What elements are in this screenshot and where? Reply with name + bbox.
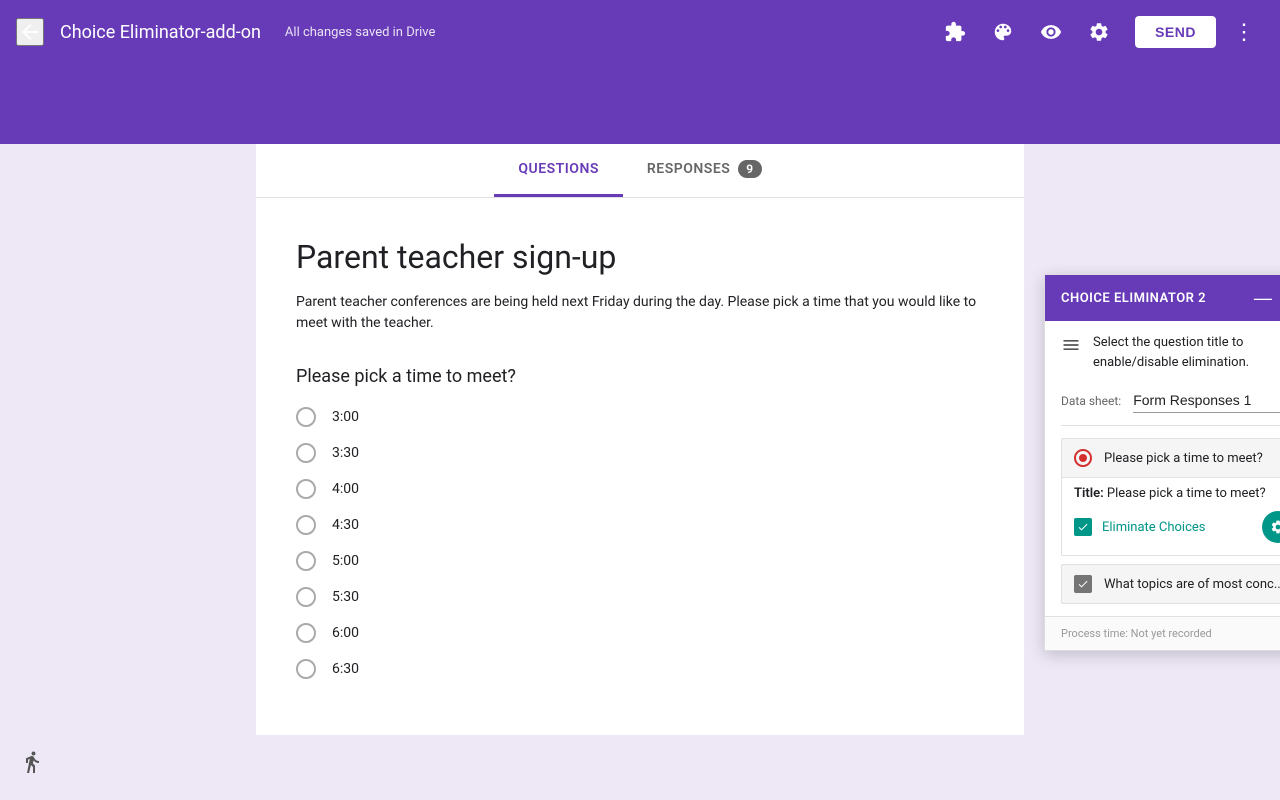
radio-circle-430 [296, 515, 316, 535]
tabs-bar: QUESTIONS RESPONSES 9 [256, 144, 1024, 198]
ce-process-time: Process time: Not yet recorded [1061, 627, 1212, 640]
option-label-530: 5:30 [332, 589, 359, 605]
ce-title-bold: Title: [1074, 486, 1107, 501]
option-600[interactable]: 6:00 [296, 623, 984, 643]
option-300[interactable]: 3:00 [296, 407, 984, 427]
puzzle-icon-button[interactable] [935, 12, 975, 52]
palette-icon [992, 21, 1014, 43]
ce-eliminate-row: Eliminate Choices [1074, 511, 1280, 543]
responses-badge: 9 [738, 160, 761, 178]
radio-circle-600 [296, 623, 316, 643]
option-430[interactable]: 4:30 [296, 515, 984, 535]
ce-instruction-text: Select the question title to enable/disa… [1093, 333, 1280, 372]
accessibility-icon [20, 750, 44, 780]
ce-datasheet-label: Data sheet: [1061, 394, 1121, 408]
form-container: QUESTIONS RESPONSES 9 Parent teacher sig… [256, 144, 1024, 735]
send-button[interactable]: SEND [1135, 16, 1216, 48]
option-530[interactable]: 5:30 [296, 587, 984, 607]
option-label-430: 4:30 [332, 517, 359, 533]
puzzle-icon [944, 21, 966, 43]
ce-eliminate-label: Eliminate Choices [1102, 520, 1252, 535]
back-button[interactable] [16, 18, 44, 46]
ce-footer: Process time: Not yet recorded 2.0.2 [1045, 616, 1280, 650]
radio-circle-630 [296, 659, 316, 679]
question-title: Please pick a time to meet? [296, 366, 984, 387]
palette-icon-button[interactable] [983, 12, 1023, 52]
option-label-630: 6:30 [332, 661, 359, 677]
ce-minimize-button[interactable]: — [1250, 287, 1276, 309]
more-options-button[interactable]: ⋮ [1224, 12, 1264, 52]
radio-circle-400 [296, 479, 316, 499]
tab-questions[interactable]: QUESTIONS [494, 144, 623, 197]
radio-circle-530 [296, 587, 316, 607]
option-label-330: 3:30 [332, 445, 359, 461]
header-left: Choice Eliminator-add-on All changes sav… [16, 18, 935, 46]
radio-circle-330 [296, 443, 316, 463]
ce-question-2-checkbox [1074, 575, 1092, 593]
app-title: Choice Eliminator-add-on [60, 22, 261, 43]
gear-icon [1088, 21, 1110, 43]
saved-status: All changes saved in Drive [285, 25, 436, 40]
eye-icon-button[interactable] [1031, 12, 1071, 52]
tab-responses[interactable]: RESPONSES 9 [623, 144, 786, 197]
ce-divider [1061, 425, 1280, 426]
option-330[interactable]: 3:30 [296, 443, 984, 463]
option-label-300: 3:00 [332, 409, 359, 425]
ce-title: CHOICE ELIMINATOR 2 [1061, 291, 1206, 306]
ce-question-1-title-row: Title: Please pick a time to meet? [1074, 486, 1280, 501]
header-icons: SEND ⋮ [935, 12, 1264, 52]
ce-datasheet-row: Data sheet: Form Responses 1 ▼ [1061, 388, 1280, 413]
option-400[interactable]: 4:00 [296, 479, 984, 499]
ce-header-actions: — ✕ [1250, 287, 1280, 309]
purple-background [0, 64, 1280, 144]
radio-circle-300 [296, 407, 316, 427]
app-header: Choice Eliminator-add-on All changes sav… [0, 0, 1280, 64]
hamburger-icon [1061, 335, 1081, 360]
ce-eliminate-checkbox[interactable] [1074, 518, 1092, 536]
form-title: Parent teacher sign-up [296, 238, 984, 276]
choice-eliminator-panel: CHOICE ELIMINATOR 2 — ✕ Select the quest… [1044, 274, 1280, 651]
eye-icon [1040, 21, 1062, 43]
ce-datasheet-select[interactable]: Form Responses 1 [1133, 388, 1280, 413]
ce-question-item-1: Please pick a time to meet? Title: Pleas… [1061, 438, 1280, 556]
option-label-400: 4:00 [332, 481, 359, 497]
ce-header: CHOICE ELIMINATOR 2 — ✕ [1045, 275, 1280, 321]
option-label-600: 6:00 [332, 625, 359, 641]
options-list: 3:00 3:30 4:00 4:30 5:00 [296, 407, 984, 679]
ce-instruction: Select the question title to enable/disa… [1061, 333, 1280, 372]
radio-circle-500 [296, 551, 316, 571]
form-content: Parent teacher sign-up Parent teacher co… [256, 198, 1024, 735]
ce-radio-selected-icon [1074, 449, 1092, 467]
option-label-500: 5:00 [332, 553, 359, 569]
ce-gear-button[interactable] [1262, 511, 1280, 543]
gear-icon-button[interactable] [1079, 12, 1119, 52]
ce-question-1-label: Please pick a time to meet? [1104, 451, 1280, 466]
ce-question-1-header[interactable]: Please pick a time to meet? [1062, 439, 1280, 477]
form-description: Parent teacher conferences are being hel… [296, 292, 984, 334]
option-630[interactable]: 6:30 [296, 659, 984, 679]
ce-body: Select the question title to enable/disa… [1045, 321, 1280, 616]
ce-radio-inner [1079, 454, 1087, 462]
option-500[interactable]: 5:00 [296, 551, 984, 571]
ce-question-1-title-value: Please pick a time to meet? [1107, 486, 1266, 501]
ce-question-1-expanded: Title: Please pick a time to meet? Elimi… [1062, 477, 1280, 555]
ce-question-item-2[interactable]: What topics are of most conc... [1061, 564, 1280, 604]
ce-question-2-label: What topics are of most conc... [1104, 577, 1280, 592]
